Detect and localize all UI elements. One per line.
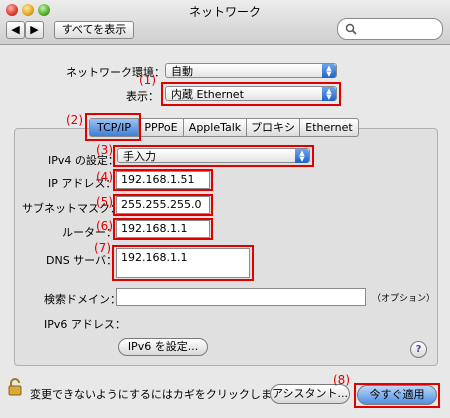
assistant-button[interactable]: アシスタント... (270, 384, 350, 404)
tab-proxy[interactable]: プロキシ (247, 119, 300, 136)
annotation-8: (8) (333, 373, 350, 387)
popup-arrows-icon: ▲ ▼ (322, 64, 336, 78)
forward-button[interactable]: ▶ (25, 21, 44, 39)
show-all-button[interactable]: すべてを表示 (54, 21, 134, 39)
tab-appletalk[interactable]: AppleTalk (184, 119, 247, 136)
ipv4-popup[interactable]: 手入力 ▲ ▼ (117, 148, 310, 163)
tab-pppoe[interactable]: PPPoE (139, 119, 184, 136)
back-button[interactable]: ◀ (6, 21, 25, 39)
annotation-1: (1) (139, 73, 156, 87)
back-arrow-icon: ◀ (11, 23, 20, 36)
search-icon (345, 23, 357, 35)
location-popup[interactable]: 自動 ▲ ▼ (165, 63, 337, 78)
ip-address-field[interactable]: 192.168.1.51 (116, 171, 210, 189)
tab-ethernet[interactable]: Ethernet (300, 119, 358, 136)
annotation-7: (7) (94, 241, 111, 255)
apply-now-button[interactable]: 今すぐ適用 (357, 385, 437, 405)
annotation-2: (2) (66, 113, 83, 127)
show-label: 表示： (126, 90, 159, 103)
router-field[interactable]: 192.168.1.1 (116, 220, 210, 238)
show-popup[interactable]: 内蔵 Ethernet ▲ ▼ (165, 86, 337, 101)
ipv4-value: 手入力 (123, 150, 156, 163)
optional-hint: （オプション） (372, 294, 436, 304)
popup-arrows-icon: ▲ ▼ (295, 149, 309, 163)
search-domain-field[interactable] (116, 288, 366, 306)
popup-arrows-icon: ▲ ▼ (322, 87, 336, 101)
lock-icon[interactable] (8, 378, 22, 396)
search-domain-label: 検索ドメイン： (44, 293, 121, 306)
annotation-3: (3) (96, 143, 113, 157)
annotation-5: (5) (96, 195, 113, 209)
lock-message: 変更できないようにするにはカギをクリックします。 (30, 388, 293, 401)
annotation-4: (4) (96, 170, 113, 184)
configure-ipv6-button[interactable]: IPv6 を設定... (118, 338, 208, 356)
forward-arrow-icon: ▶ (30, 23, 39, 36)
ipv6-address-label: IPv6 アドレス： (44, 318, 126, 331)
help-button[interactable]: ? (410, 341, 427, 358)
search-input[interactable] (337, 18, 443, 40)
dns-server-field[interactable]: 192.168.1.1 (116, 248, 250, 278)
annotation-box-2 (85, 113, 141, 141)
subnet-mask-field[interactable]: 255.255.255.0 (116, 196, 210, 214)
show-value: 内蔵 Ethernet (171, 88, 244, 101)
location-value: 自動 (171, 65, 193, 78)
annotation-6: (6) (96, 219, 113, 233)
